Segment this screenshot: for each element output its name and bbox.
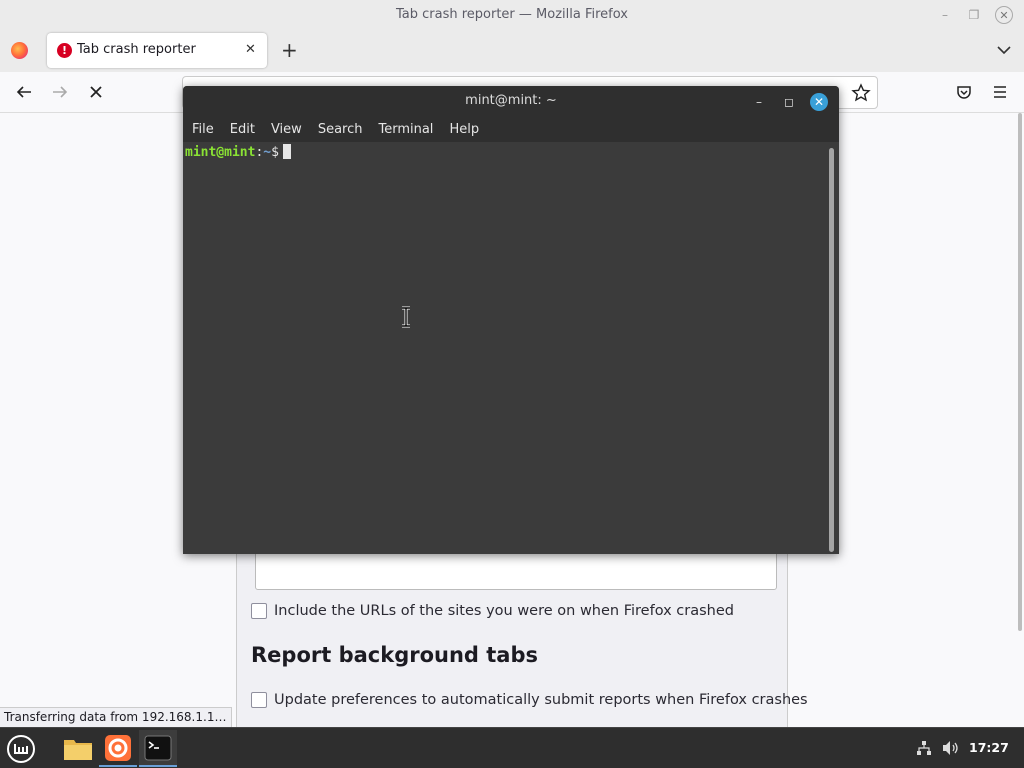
terminal-maximize-icon[interactable]: ◻ (780, 93, 798, 111)
terminal-body[interactable]: mint@mint:~$ (183, 142, 839, 554)
auto-submit-label: Update preferences to automatically subm… (274, 692, 808, 708)
shell-prompt: mint@mint:~$ (185, 144, 291, 160)
terminal-minimize-icon[interactable]: – (750, 93, 768, 111)
back-button[interactable] (12, 80, 36, 104)
comment-textarea[interactable] (255, 550, 777, 590)
report-background-heading: Report background tabs (251, 643, 538, 667)
forward-button[interactable] (48, 80, 72, 104)
checkbox-box[interactable] (251, 692, 267, 708)
menu-search[interactable]: Search (318, 122, 363, 137)
terminal-scrollbar[interactable] (829, 148, 834, 552)
terminal-menubar: File Edit View Search Terminal Help (192, 122, 479, 137)
terminal-header: mint@mint: ~ – ◻ ✕ File Edit View Search… (183, 86, 839, 142)
menu-view[interactable]: View (271, 122, 302, 137)
tab-crash-reporter[interactable]: ! Tab crash reporter ✕ (47, 33, 267, 68)
mint-menu-button[interactable] (2, 730, 40, 767)
menu-edit[interactable]: Edit (230, 122, 255, 137)
files-launcher[interactable] (59, 730, 97, 767)
checkbox-box[interactable] (251, 603, 267, 619)
terminal-launcher[interactable] (139, 730, 177, 767)
prompt-path: ~ (263, 145, 272, 160)
alert-icon: ! (57, 43, 72, 58)
firefox-launcher[interactable] (99, 730, 137, 767)
network-icon[interactable] (916, 740, 932, 756)
prompt-user: mint@mint (185, 145, 256, 160)
close-window-icon[interactable]: ✕ (995, 6, 1013, 24)
firefox-view-icon[interactable] (11, 42, 28, 59)
menu-terminal[interactable]: Terminal (378, 122, 433, 137)
volume-icon[interactable] (942, 740, 960, 756)
maximize-icon[interactable]: ❐ (966, 7, 982, 23)
stop-icon (90, 86, 102, 98)
include-urls-label: Include the URLs of the sites you were o… (274, 603, 734, 619)
include-urls-checkbox[interactable]: Include the URLs of the sites you were o… (251, 603, 734, 619)
bookmark-star-icon[interactable] (851, 83, 871, 103)
ibeam-cursor-icon (402, 306, 410, 328)
firefox-icon (105, 734, 131, 761)
text-cursor (282, 144, 291, 159)
minimize-icon[interactable]: – (937, 7, 953, 23)
chevron-down-icon[interactable] (996, 42, 1012, 58)
page-scrollbar[interactable] (1018, 113, 1022, 631)
folder-icon (64, 739, 92, 760)
stop-button[interactable] (84, 80, 108, 104)
taskbar: 17:27 (0, 727, 1024, 768)
tab-bar: ! Tab crash reporter ✕ + (0, 30, 1024, 72)
pocket-icon (957, 86, 971, 99)
back-arrow-icon (16, 86, 31, 98)
new-tab-button[interactable]: + (281, 39, 298, 61)
clock[interactable]: 17:27 (969, 740, 1009, 755)
terminal-window[interactable]: mint@mint: ~ – ◻ ✕ File Edit View Search… (183, 86, 839, 554)
pocket-button[interactable] (952, 80, 976, 104)
menu-button[interactable] (988, 80, 1012, 104)
tab-label: Tab crash reporter (77, 42, 196, 57)
terminal-title: mint@mint: ~ (465, 93, 557, 108)
linux-mint-logo-icon (7, 734, 35, 763)
hamburger-menu-icon (994, 86, 1006, 98)
menu-file[interactable]: File (192, 122, 214, 137)
auto-submit-checkbox[interactable]: Update preferences to automatically subm… (251, 692, 808, 708)
prompt-symbol: $ (271, 145, 279, 160)
terminal-close-icon[interactable]: ✕ (810, 93, 828, 111)
forward-arrow-icon (53, 86, 68, 98)
status-bar: Transferring data from 192.168.1.1… (0, 707, 232, 728)
window-title: Tab crash reporter — Mozilla Firefox (395, 7, 628, 22)
menu-help[interactable]: Help (449, 122, 479, 137)
window-titlebar: Tab crash reporter — Mozilla Firefox – ❐… (0, 0, 1024, 30)
close-tab-icon[interactable]: ✕ (245, 42, 256, 57)
terminal-icon (144, 735, 172, 760)
